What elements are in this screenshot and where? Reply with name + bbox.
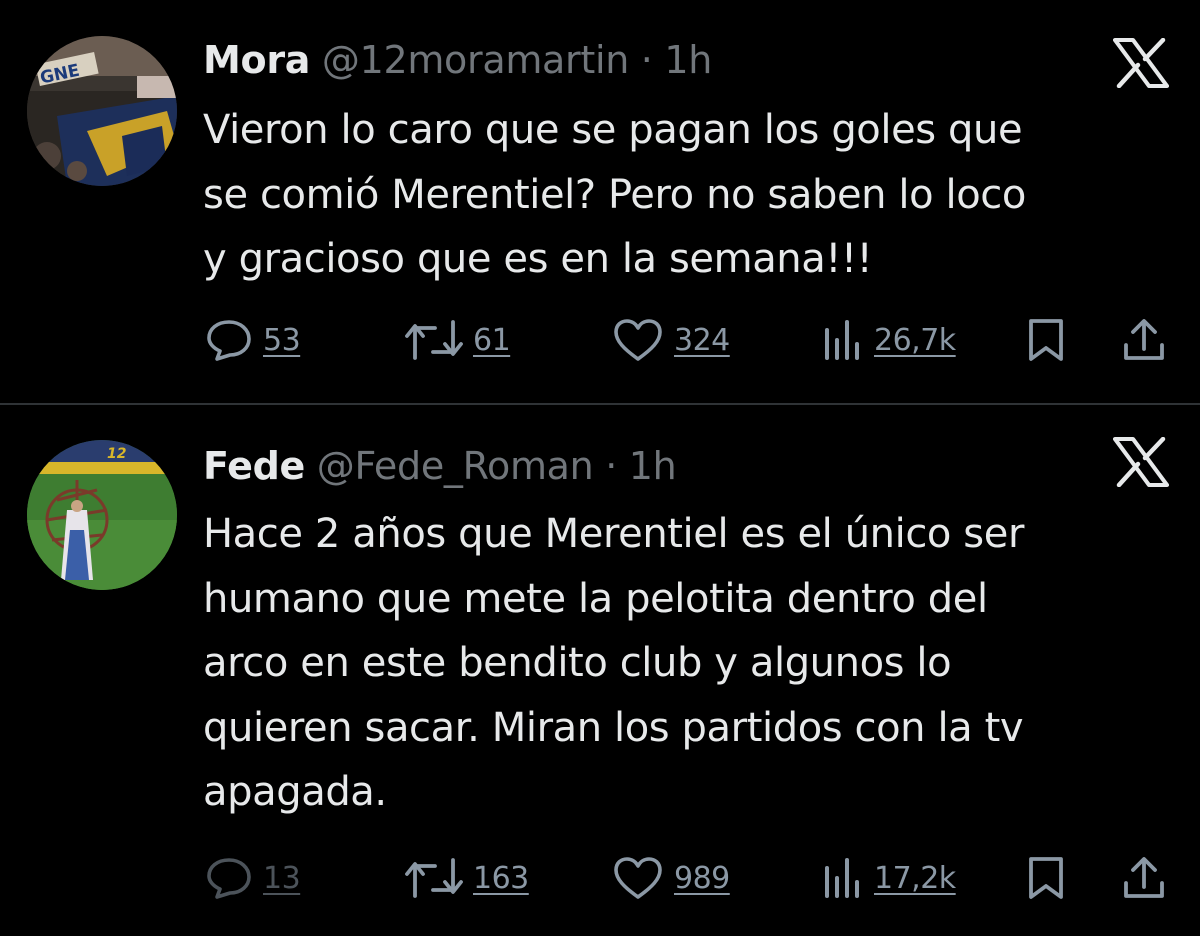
heart-icon: [614, 857, 662, 899]
like-count: 324: [674, 322, 730, 358]
timestamp[interactable]: 1h: [629, 444, 677, 488]
tweet-header: Mora @12moramartin · 1h: [203, 36, 712, 84]
user-handle[interactable]: @Fede_Roman: [317, 444, 594, 488]
tweet-header: Fede @Fede_Roman · 1h: [203, 442, 677, 490]
share-upload-icon: [1124, 319, 1164, 360]
repost-arrows-icon: [405, 858, 463, 898]
tweet-text-line: se comió Merentiel? Pero no saben lo loc…: [203, 171, 1026, 218]
bookmark-button[interactable]: [1026, 853, 1066, 903]
speech-bubble-icon: [207, 320, 251, 361]
avatar-banner-text: 12: [107, 446, 126, 462]
display-name[interactable]: Fede: [203, 444, 305, 488]
bar-chart-icon: [825, 320, 859, 360]
reply-button[interactable]: 53: [205, 315, 301, 365]
bookmark-icon: [1029, 319, 1063, 361]
reply-count: 13: [263, 860, 301, 896]
heart-icon: [614, 319, 662, 361]
bookmark-button[interactable]: [1026, 315, 1066, 365]
separator-dot: ·: [640, 38, 653, 82]
tweet-actions: 53 61 324 26,7k: [0, 315, 1200, 365]
repost-count: 61: [473, 322, 511, 358]
avatar-image: 12: [27, 440, 177, 590]
avatar-image: GNE: [27, 36, 177, 186]
x-logo-icon: [1113, 436, 1169, 488]
tweet-text-line: humano que mete la pelotita dentro del: [203, 575, 988, 622]
speech-bubble-icon: [207, 858, 251, 899]
views-count: 26,7k: [874, 322, 956, 358]
tweet[interactable]: 12 Fede @Fede_Roman · 1h Hace 2 años que…: [0, 405, 1200, 936]
repost-button[interactable]: 163: [405, 853, 529, 903]
views-button[interactable]: 17,2k: [822, 853, 956, 903]
tweet-text-line: Hace 2 años que Merentiel es el único se…: [203, 511, 1025, 557]
like-count: 989: [674, 860, 730, 896]
tweet[interactable]: GNE Mora @12moramartin · 1h Vieron lo ca…: [0, 0, 1200, 404]
avatar[interactable]: 12: [27, 440, 177, 590]
like-button[interactable]: 324: [612, 315, 730, 365]
tweet-text-line: apagada.: [203, 769, 387, 815]
views-count: 17,2k: [874, 860, 956, 896]
tweet-text-line: y gracioso que es en la semana!!!: [203, 236, 873, 282]
tweet-actions: 13 163 989 17,2k: [0, 853, 1200, 903]
timestamp[interactable]: 1h: [664, 38, 712, 82]
x-logo-icon: [1113, 37, 1169, 89]
repost-arrows-icon: [405, 320, 463, 360]
tweet-text-line: quieren sacar. Miran los partidos con la…: [203, 704, 1024, 751]
repost-button[interactable]: 61: [405, 315, 511, 365]
reply-count: 53: [263, 322, 301, 358]
tweet-text: Vieron lo caro que se pagan los goles qu…: [203, 98, 1183, 292]
display-name[interactable]: Mora: [203, 38, 310, 82]
avatar[interactable]: GNE: [27, 36, 177, 186]
share-upload-icon: [1124, 857, 1164, 898]
share-button[interactable]: [1120, 315, 1168, 365]
tweet-text-line: arco en este bendito club y algunos lo: [203, 640, 952, 686]
like-button[interactable]: 989: [612, 853, 730, 903]
tweet-text: Hace 2 años que Merentiel es el único se…: [203, 502, 1183, 825]
bookmark-icon: [1029, 857, 1063, 899]
user-handle[interactable]: @12moramartin: [322, 38, 629, 82]
bar-chart-icon: [825, 858, 859, 898]
separator-dot: ·: [605, 444, 618, 488]
reply-button[interactable]: 13: [205, 853, 301, 903]
tweet-text-line: Vieron lo caro que se pagan los goles qu…: [203, 107, 1023, 153]
share-button[interactable]: [1120, 853, 1168, 903]
repost-count: 163: [473, 860, 529, 896]
views-button[interactable]: 26,7k: [822, 315, 956, 365]
